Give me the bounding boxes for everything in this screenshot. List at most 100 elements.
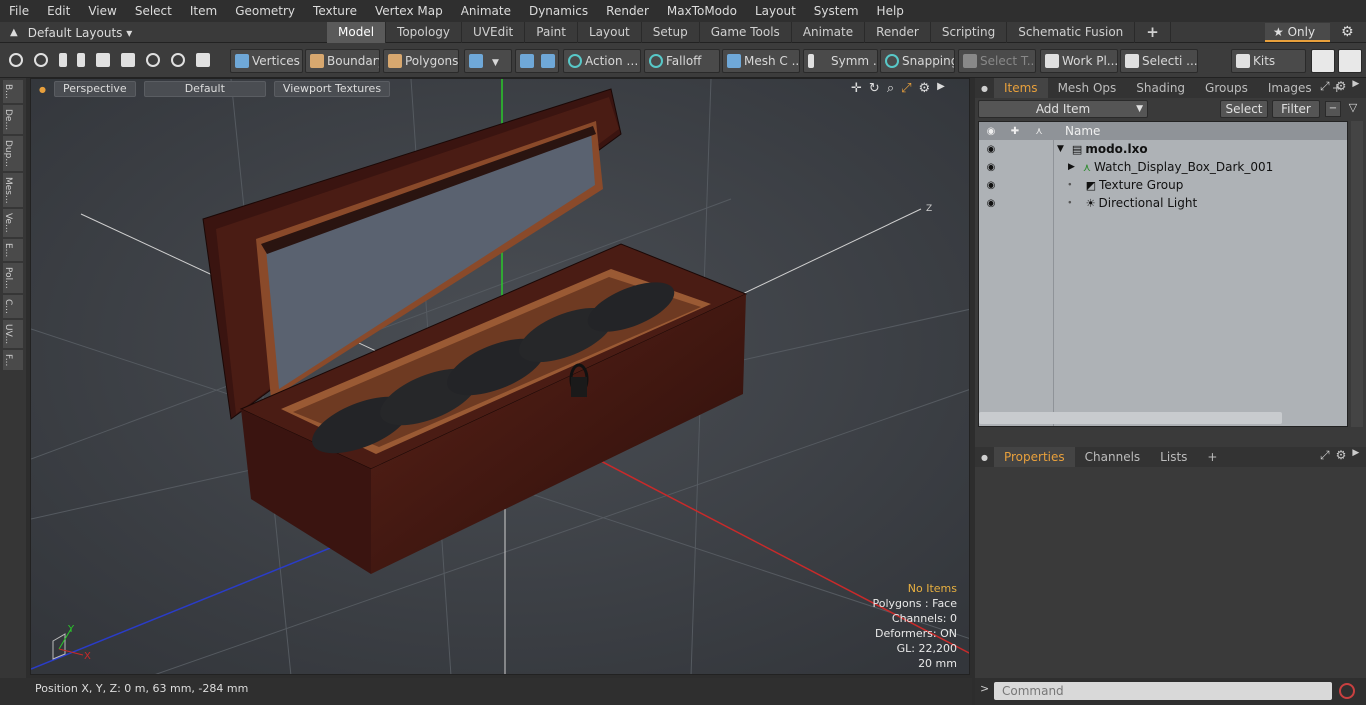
tab-items[interactable]: Items — [993, 78, 1048, 98]
expand-arrow-icon[interactable]: ▶ — [1068, 162, 1075, 172]
tab-animate[interactable]: Animate — [792, 22, 866, 43]
3d-viewport[interactable]: Y X Z ● Perspective Default Viewport Tex… — [30, 78, 970, 675]
tab-topology[interactable]: Topology — [386, 22, 463, 43]
tab-schematic-fusion[interactable]: Schematic Fusion — [1007, 22, 1136, 43]
axis-column-icon[interactable]: ⋏ — [1027, 126, 1051, 137]
shading-default-button[interactable]: Default — [143, 81, 266, 97]
horizontal-scrollbar[interactable] — [979, 412, 1282, 424]
viewport-menu-dot-icon[interactable]: ● — [39, 85, 46, 94]
material-mode-button[interactable]: ▼ — [464, 49, 512, 73]
add-props-tab[interactable]: + — [1197, 447, 1227, 467]
left-tab-duplicate[interactable]: Dup... — [3, 135, 23, 171]
unreal-icon[interactable] — [1311, 49, 1335, 73]
menu-select[interactable]: Select — [126, 0, 181, 22]
props-menu-dot-icon[interactable]: ● — [981, 453, 988, 462]
menu-render[interactable]: Render — [597, 0, 658, 22]
menu-edit[interactable]: Edit — [38, 0, 79, 22]
pen-icon[interactable] — [58, 53, 67, 67]
tab-mesh-ops[interactable]: Mesh Ops — [1048, 78, 1127, 98]
zoom-icon[interactable]: ⌕ — [887, 81, 894, 96]
expand-props-icon[interactable]: ⤢ — [1320, 448, 1330, 463]
viewport-settings-icon[interactable]: ⚙ — [919, 81, 931, 96]
pan-icon[interactable]: ✛ — [851, 81, 862, 96]
eye-icon[interactable]: ◉ — [979, 180, 1003, 191]
brush-icon[interactable] — [77, 53, 86, 67]
tab-lists[interactable]: Lists — [1150, 447, 1197, 467]
unity-icon[interactable] — [1338, 49, 1362, 73]
select-through-button[interactable]: Select T... — [958, 49, 1036, 73]
record-icon[interactable] — [1339, 683, 1355, 699]
left-tab-fusion[interactable]: F... — [3, 349, 23, 371]
eye-icon[interactable]: ◉ — [979, 162, 1003, 173]
menu-geometry[interactable]: Geometry — [226, 0, 304, 22]
perspective-button[interactable]: Perspective — [53, 81, 136, 97]
falloff-button[interactable]: Falloff — [644, 49, 720, 73]
mesh-constraint-button[interactable]: Mesh C ... — [722, 49, 800, 73]
tab-scripting[interactable]: Scripting — [931, 22, 1008, 43]
left-tab-basic[interactable]: B... — [3, 80, 23, 103]
expand-panel-icon[interactable]: ⤢ — [1320, 79, 1330, 94]
menu-layout[interactable]: Layout — [746, 0, 805, 22]
tab-game-tools[interactable]: Game Tools — [700, 22, 792, 43]
transform-icon[interactable] — [96, 53, 111, 67]
tab-uvedit[interactable]: UVEdit — [462, 22, 526, 43]
menu-help[interactable]: Help — [868, 0, 913, 22]
tab-layout[interactable]: Layout — [578, 22, 642, 43]
only-toggle[interactable]: ★ Only — [1265, 23, 1330, 42]
list-item-mesh[interactable]: ◉ ▶ ⋏ Watch_Display_Box_Dark_001 — [979, 158, 1347, 176]
polygons-button[interactable]: Polygons — [383, 49, 459, 73]
circle-select-icon[interactable] — [9, 53, 23, 67]
eye-icon[interactable]: ◉ — [979, 198, 1003, 209]
panel-arrow-icon[interactable]: ▶ — [1352, 79, 1359, 94]
collapse-icon[interactable]: − — [1325, 101, 1341, 117]
left-tab-uv[interactable]: UV... — [3, 319, 23, 348]
visibility-column-icon[interactable]: ◉ — [979, 126, 1003, 137]
action-button[interactable]: Action … — [563, 49, 641, 73]
list-item-light[interactable]: ◉ ∙ ☀ Directional Light — [979, 194, 1347, 212]
item-mode-icon[interactable] — [195, 53, 210, 67]
left-tab-curve[interactable]: C... — [3, 294, 23, 318]
list-item-texture-group[interactable]: ◉ ∙ ◩ Texture Group — [979, 176, 1347, 194]
menu-vertex-map[interactable]: Vertex Map — [366, 0, 452, 22]
left-tab-vertex[interactable]: Ve... — [3, 209, 23, 237]
list-item-scene[interactable]: ◉ ▼ ▤ modo.lxo — [979, 140, 1347, 158]
name-column-header[interactable]: Name — [1065, 124, 1100, 138]
tab-images[interactable]: Images — [1258, 78, 1322, 98]
collapse-arrow-icon[interactable]: ▼ — [1057, 144, 1064, 154]
element-icon[interactable] — [145, 53, 160, 67]
funnel-icon[interactable]: ▽ — [1345, 101, 1361, 117]
menu-texture[interactable]: Texture — [304, 0, 366, 22]
tab-paint[interactable]: Paint — [525, 22, 578, 43]
vertical-scrollbar[interactable] — [1351, 121, 1363, 427]
left-tab-mesh-edit[interactable]: Mes... — [3, 172, 23, 208]
tab-model[interactable]: Model — [327, 22, 387, 43]
select-button[interactable]: Select — [1220, 100, 1268, 118]
tab-channels[interactable]: Channels — [1075, 447, 1151, 467]
panel-gear-icon[interactable]: ⚙ — [1336, 79, 1347, 94]
props-gear-icon[interactable]: ⚙ — [1336, 448, 1347, 463]
rotate-icon[interactable] — [170, 53, 185, 67]
left-tab-polygon[interactable]: Pol... — [3, 263, 23, 293]
gear-icon[interactable]: ⚙ — [1341, 24, 1354, 40]
menu-animate[interactable]: Animate — [452, 0, 520, 22]
menu-system[interactable]: System — [805, 0, 868, 22]
layout-selector[interactable]: ▲ Default Layouts ▾ — [0, 22, 132, 43]
left-tab-edge[interactable]: E... — [3, 238, 23, 262]
layout-dropdown-label[interactable]: Default Layouts ▾ — [28, 26, 133, 40]
left-tab-deform[interactable]: De... — [3, 104, 23, 134]
kits-button[interactable]: Kits — [1231, 49, 1306, 73]
filter-button[interactable]: Filter — [1272, 100, 1320, 118]
panel-menu-dot-icon[interactable]: ● — [981, 84, 988, 93]
tab-render[interactable]: Render — [865, 22, 931, 43]
eye-icon[interactable]: ◉ — [979, 144, 1003, 155]
orbit-icon[interactable]: ↻ — [869, 81, 880, 96]
maximize-icon[interactable]: ⤢ — [901, 81, 911, 96]
viewport-scene[interactable]: Y X Z — [31, 79, 970, 675]
expand-right-icon[interactable]: ▶ — [937, 81, 945, 96]
add-tab-icon[interactable]: + — [1135, 22, 1171, 43]
symmetry-icons[interactable] — [515, 49, 559, 73]
lock-column-icon[interactable]: ✚ — [1003, 126, 1027, 137]
tab-groups[interactable]: Groups — [1195, 78, 1258, 98]
tab-shading[interactable]: Shading — [1126, 78, 1195, 98]
boundary-button[interactable]: Boundary — [305, 49, 380, 73]
